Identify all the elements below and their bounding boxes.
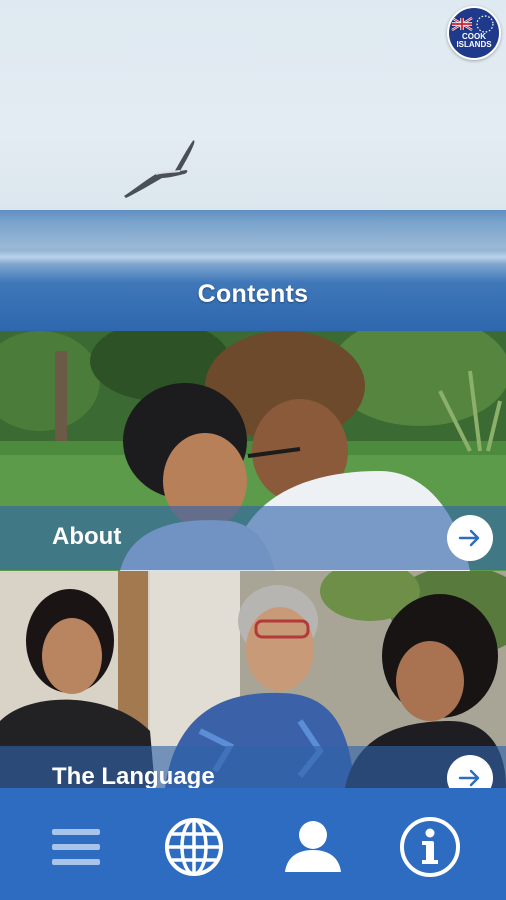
about-arrow-button[interactable] bbox=[447, 515, 493, 561]
cook-islands-badge[interactable]: COOK ISLANDS bbox=[447, 6, 501, 60]
contents-title: Contents bbox=[197, 280, 309, 308]
language-label: The Language bbox=[52, 763, 215, 788]
seagull-image bbox=[124, 140, 195, 198]
profile-button[interactable] bbox=[281, 816, 345, 878]
bottom-navigation bbox=[0, 788, 506, 900]
language-card[interactable]: The Language bbox=[0, 571, 506, 788]
badge-text-line2: ISLANDS bbox=[456, 40, 492, 49]
user-icon bbox=[285, 821, 341, 872]
ocean-highlight bbox=[0, 250, 506, 264]
hero-banner: Contents COOK ISLANDS bbox=[0, 0, 506, 331]
arrow-right-icon bbox=[458, 769, 480, 787]
info-button[interactable] bbox=[398, 816, 462, 878]
globe-icon bbox=[165, 818, 223, 876]
info-icon bbox=[400, 817, 460, 877]
ocean-image bbox=[0, 210, 506, 331]
menu-icon bbox=[52, 829, 100, 865]
badge-text: COOK ISLANDS bbox=[449, 33, 499, 49]
about-card[interactable]: About bbox=[0, 331, 506, 571]
language-globe-button[interactable] bbox=[162, 816, 226, 878]
menu-button[interactable] bbox=[44, 816, 108, 878]
arrow-right-icon bbox=[458, 529, 480, 547]
about-label: About bbox=[52, 523, 122, 550]
